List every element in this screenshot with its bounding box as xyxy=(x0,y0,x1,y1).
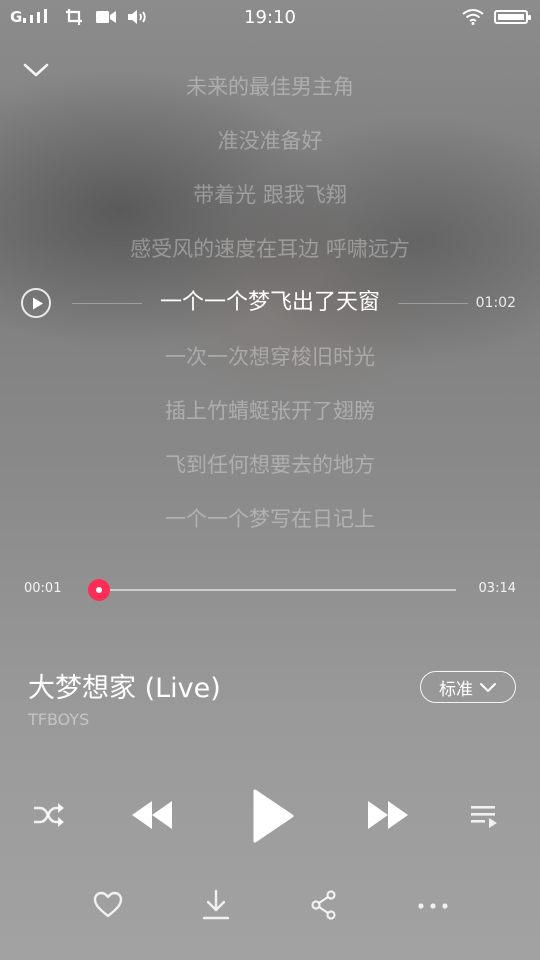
download-icon xyxy=(202,889,230,920)
lyric-line: 带着光 跟我飞翔 xyxy=(193,183,347,207)
lyric-line: 一个一个梦写在日记上 xyxy=(165,507,375,531)
battery-icon xyxy=(494,10,531,24)
shuffle-button[interactable] xyxy=(32,802,66,832)
previous-button[interactable] xyxy=(130,798,174,836)
lyric-timestamp: 01:02 xyxy=(475,295,516,311)
status-time: 19:10 xyxy=(244,7,296,28)
playlist-icon xyxy=(471,806,497,828)
playback-progress: 00:01 03:14 xyxy=(0,574,540,604)
wifi-icon xyxy=(462,9,484,25)
next-button[interactable] xyxy=(366,798,410,836)
lyric-line: 感受风的速度在耳边 呼啸远方 xyxy=(130,237,410,261)
lyric-line: 未来的最佳男主角 xyxy=(186,75,354,99)
play-from-line-button[interactable] xyxy=(21,288,51,318)
current-lyric-row: 一个一个梦飞出了天窗 01:02 xyxy=(0,276,540,330)
chevron-down-icon xyxy=(480,683,496,692)
favorite-button[interactable] xyxy=(93,891,123,923)
next-icon xyxy=(368,801,408,829)
download-button[interactable] xyxy=(202,889,230,925)
lyric-line: 一次一次想穿梭旧时光 xyxy=(165,345,375,369)
progress-track[interactable] xyxy=(97,589,456,591)
playback-controls xyxy=(0,780,540,852)
total-time: 03:14 xyxy=(478,581,516,596)
lyric-line: 飞到任何想要去的地方 xyxy=(165,453,375,477)
more-button[interactable] xyxy=(416,897,450,916)
more-icon xyxy=(418,903,448,909)
share-button[interactable] xyxy=(310,889,338,925)
song-title: 大梦想家 (Live) xyxy=(28,673,221,704)
elapsed-time: 00:01 xyxy=(24,581,62,596)
progress-thumb[interactable] xyxy=(87,579,110,601)
lyrics-panel[interactable]: 未来的最佳男主角 准没准备好 带着光 跟我飞翔 感受风的速度在耳边 呼啸远方 一… xyxy=(0,60,540,546)
heart-icon xyxy=(93,891,123,918)
artist-name[interactable]: TFBOYS xyxy=(28,710,89,729)
previous-icon xyxy=(132,801,172,829)
lyric-line: 准没准备好 xyxy=(217,129,323,153)
lyric-line: 插上竹蜻蜓张开了翅膀 xyxy=(165,399,375,423)
status-bar: G 19:10 xyxy=(0,0,540,36)
play-icon xyxy=(33,297,43,310)
play-icon xyxy=(253,789,294,843)
quality-label: 标准 xyxy=(439,679,473,700)
play-button[interactable] xyxy=(250,788,296,848)
quality-button[interactable]: 标准 xyxy=(420,671,516,703)
shuffle-icon xyxy=(34,803,64,827)
share-icon xyxy=(311,890,336,920)
status-right xyxy=(462,9,531,25)
playlist-button[interactable] xyxy=(470,802,498,834)
bottom-action-bar xyxy=(0,885,540,929)
lyric-guide-line-left xyxy=(72,303,142,304)
lyric-guide-line-right xyxy=(398,303,468,304)
